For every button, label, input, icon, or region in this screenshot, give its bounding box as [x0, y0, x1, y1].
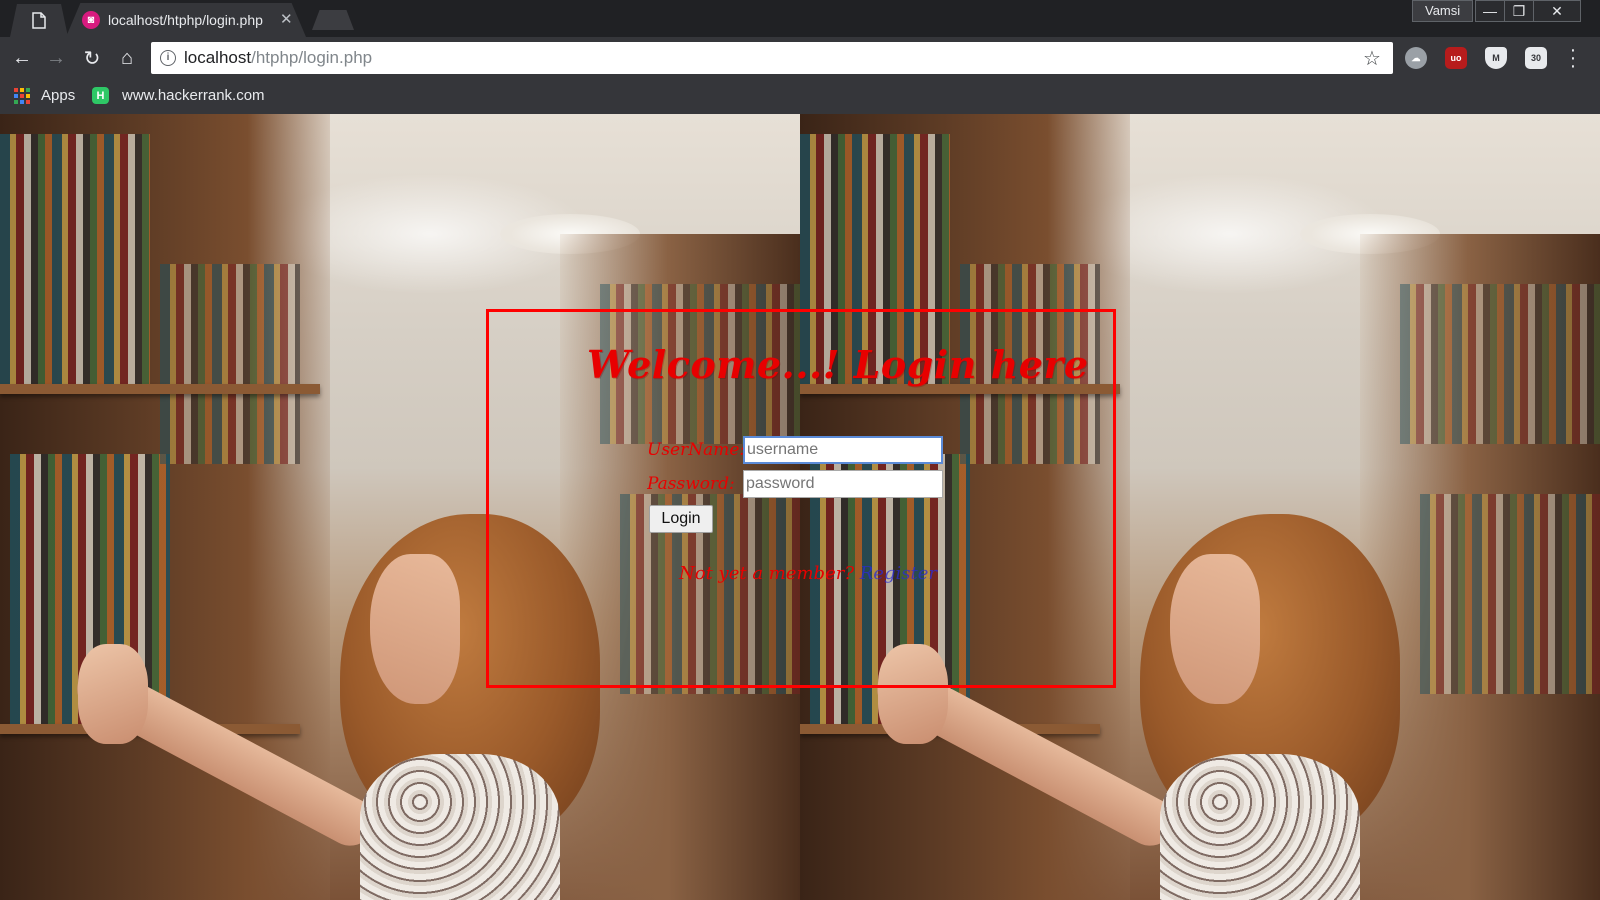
- tabs-extension-icon[interactable]: 30: [1525, 47, 1547, 69]
- minimize-button[interactable]: —: [1475, 0, 1505, 22]
- title-bar: ◙ localhost/htphp/login.php ✕ Vamsi — ❐ …: [0, 0, 1600, 37]
- browser-toolbar: ← → ↻ ⌂ i localhost/htphp/login.php ☆ ☁ …: [0, 37, 1600, 79]
- register-link[interactable]: Register: [860, 563, 937, 584]
- cloud-extension-icon[interactable]: ☁: [1405, 47, 1427, 69]
- menu-icon[interactable]: · · ·: [1568, 40, 1578, 76]
- profile-button[interactable]: Vamsi: [1412, 0, 1474, 22]
- star-icon[interactable]: ☆: [1363, 46, 1381, 71]
- address-url[interactable]: localhost/htphp/login.php: [184, 48, 372, 68]
- back-button[interactable]: ←: [10, 46, 34, 70]
- password-row: Password:: [647, 470, 943, 498]
- home-button[interactable]: ⌂: [115, 46, 139, 70]
- shield-extension-icon[interactable]: M: [1485, 47, 1507, 69]
- info-icon[interactable]: i: [160, 50, 176, 66]
- reload-button[interactable]: ↻: [80, 46, 104, 70]
- member-prompt-text: Not yet a member?: [679, 563, 854, 584]
- login-form: Welcome...! Login here UserName: Passwor…: [486, 309, 1116, 688]
- close-window-button[interactable]: ✕: [1533, 0, 1581, 22]
- bookmark-apps-label: Apps: [41, 87, 76, 104]
- login-heading: Welcome...! Login here: [587, 342, 1089, 387]
- ublock-icon[interactable]: uo: [1445, 47, 1467, 69]
- apps-grid-icon: [14, 87, 30, 104]
- username-row: UserName:: [647, 436, 943, 464]
- active-tab[interactable]: ◙ localhost/htphp/login.php ✕: [66, 3, 306, 37]
- url-path: /htphp/login.php: [251, 48, 373, 67]
- register-prompt: Not yet a member? Register: [679, 563, 937, 584]
- hackerrank-icon: H: [92, 87, 109, 104]
- username-label: UserName:: [647, 440, 743, 460]
- window-controls: — ❐ ✕: [1475, 0, 1581, 24]
- tab-favicon-icon: ◙: [82, 11, 100, 29]
- password-input[interactable]: [743, 470, 943, 498]
- login-button[interactable]: Login: [649, 505, 713, 533]
- close-icon[interactable]: ✕: [280, 10, 293, 28]
- restore-button[interactable]: ❐: [1504, 0, 1534, 22]
- page-icon: [32, 12, 46, 29]
- tab-title: localhost/htphp/login.php: [108, 12, 263, 28]
- bookmarks-bar: Apps H www.hackerrank.com: [0, 79, 1600, 114]
- address-bar[interactable]: i localhost/htphp/login.php ☆: [151, 42, 1393, 74]
- bookmark-hackerrank-label: www.hackerrank.com: [122, 87, 265, 104]
- username-input[interactable]: [743, 436, 943, 464]
- password-label: Password:: [647, 474, 735, 494]
- blank-tab[interactable]: [10, 4, 68, 37]
- bookmark-apps[interactable]: Apps: [14, 87, 75, 104]
- url-host: localhost: [184, 48, 252, 67]
- bookmark-hackerrank[interactable]: H www.hackerrank.com: [92, 87, 265, 104]
- forward-button[interactable]: →: [44, 46, 68, 70]
- new-tab-button[interactable]: [312, 10, 354, 30]
